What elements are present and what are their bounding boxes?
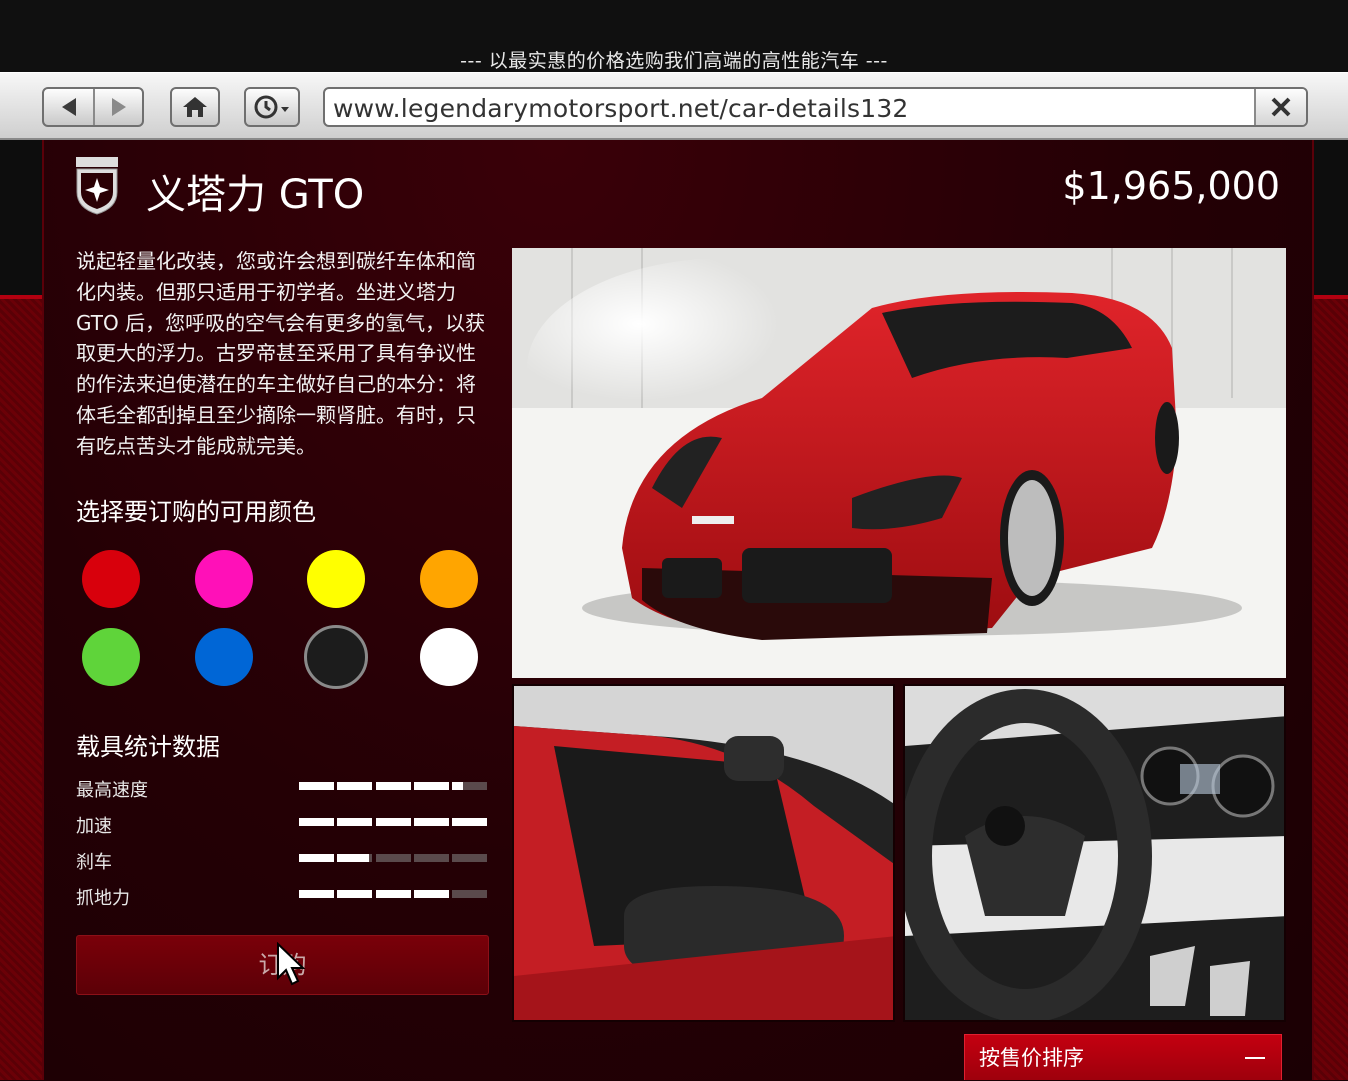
- interior-seat-illustration: [514, 686, 893, 1020]
- color-swatch-white[interactable]: [419, 628, 478, 686]
- address-bar[interactable]: www.legendarymotorsport.net/car-details1…: [323, 87, 1308, 127]
- stat-bar-fill: [299, 890, 334, 898]
- browser-toolbar: www.legendarymotorsport.net/car-details1…: [0, 72, 1348, 140]
- stat-bar-segment: [375, 854, 411, 862]
- stat-bar-segment: [452, 782, 487, 790]
- stat-bar-segment: [375, 818, 411, 826]
- stat-braking: 刹车: [76, 848, 488, 873]
- stat-bar-segment: [413, 890, 449, 898]
- car-interior-seat-photo[interactable]: [512, 684, 895, 1022]
- stat-bar-segment: [452, 890, 487, 898]
- color-swatch-yellow[interactable]: [307, 550, 365, 608]
- collapse-minus-icon[interactable]: [1245, 1057, 1265, 1059]
- stat-label: 加速: [76, 816, 112, 837]
- stats-heading: 载具统计数据: [76, 733, 220, 761]
- background-right: [1314, 140, 1348, 1080]
- car-name: 义塔力 GTO: [146, 172, 365, 218]
- car-interior-steering-photo[interactable]: [903, 684, 1286, 1022]
- history-button[interactable]: [244, 87, 300, 127]
- stat-bar-segment: [299, 890, 334, 898]
- stat-bar-segment: [375, 890, 411, 898]
- color-swatch-red[interactable]: [82, 550, 140, 608]
- stat-bar-segment: [452, 854, 487, 862]
- stat-bar: [299, 890, 487, 898]
- stat-bar-fill: [337, 890, 373, 898]
- back-arrow-icon: [61, 98, 76, 116]
- stat-bar-fill: [375, 782, 411, 790]
- close-x-icon: [1271, 97, 1291, 117]
- stat-bar-fill: [452, 782, 463, 790]
- stat-bar-fill: [299, 782, 334, 790]
- clear-url-button[interactable]: [1254, 89, 1306, 125]
- stat-bar: [299, 782, 487, 790]
- color-swatch-pink[interactable]: [194, 550, 253, 608]
- sort-label: 按售价排序: [979, 1046, 1084, 1070]
- url-text[interactable]: www.legendarymotorsport.net/car-details1…: [333, 94, 909, 123]
- stat-bar-segment: [413, 854, 449, 862]
- car-price: $1,965,000: [1062, 164, 1280, 208]
- stat-bar-segment: [413, 782, 449, 790]
- stat-bar-segment: [337, 818, 373, 826]
- stat-label: 刹车: [76, 852, 112, 873]
- stat-bar-fill: [337, 854, 369, 862]
- color-swatch-green[interactable]: [82, 628, 140, 686]
- stat-bar-fill: [375, 818, 411, 826]
- history-clock-icon: [254, 95, 289, 119]
- color-swatch-blue[interactable]: [194, 628, 253, 686]
- stat-bar-fill: [337, 782, 373, 790]
- stat-bar-segment: [299, 854, 334, 862]
- color-heading: 选择要订购的可用颜色: [76, 498, 316, 526]
- stat-bar-segment: [299, 818, 334, 826]
- stat-label: 抓地力: [76, 888, 130, 909]
- forward-arrow-icon: [111, 98, 126, 116]
- back-forward-group: [42, 87, 144, 127]
- home-icon: [183, 97, 207, 117]
- stat-bar-fill: [299, 818, 334, 826]
- steering-wheel-illustration: [905, 686, 1284, 1020]
- car-main-photo[interactable]: [512, 248, 1286, 678]
- stat-bar-segment: [337, 890, 373, 898]
- car-detail-panel: 义塔力 GTO $1,965,000 说起轻量化改装，您或许会想到碳纤车体和简化…: [42, 140, 1314, 1080]
- stat-bar-segment: [375, 782, 411, 790]
- car-description: 说起轻量化改装，您或许会想到碳纤车体和简化内装。但那只适用于初学者。坐进义塔力 …: [76, 249, 486, 458]
- grotti-logo: [76, 157, 118, 215]
- sort-by-price-button[interactable]: 按售价排序: [964, 1034, 1282, 1080]
- window-title-bar: --- 以最实惠的价格选购我们高端的高性能汽车 ---: [0, 0, 1348, 72]
- stat-top-speed: 最高速度: [76, 776, 488, 801]
- stat-bar-segment: [452, 818, 487, 826]
- mouse-cursor-icon: [277, 942, 306, 986]
- color-swatch-black[interactable]: [304, 625, 368, 689]
- stat-bar-segment: [413, 818, 449, 826]
- stat-bar-segment: [337, 782, 373, 790]
- background-left: [0, 140, 42, 1080]
- stat-bar: [299, 818, 487, 826]
- stat-bar-segment: [337, 854, 373, 862]
- stat-label: 最高速度: [76, 780, 148, 801]
- stat-bar-segment: [299, 782, 334, 790]
- home-button[interactable]: [170, 87, 220, 127]
- color-swatches: [82, 550, 482, 692]
- stat-bar-fill: [337, 818, 373, 826]
- stat-bar-fill: [375, 890, 411, 898]
- stat-bar: [299, 854, 487, 862]
- stat-bar-fill: [299, 854, 334, 862]
- stat-acceleration: 加速: [76, 812, 488, 837]
- color-swatch-orange[interactable]: [419, 550, 478, 608]
- stat-bar-fill: [413, 782, 449, 790]
- stat-bar-fill: [413, 818, 449, 826]
- stat-bar-fill: [413, 890, 449, 898]
- forward-button[interactable]: [93, 89, 142, 125]
- window-title: --- 以最实惠的价格选购我们高端的高性能汽车 ---: [460, 50, 888, 72]
- car-photo-illustration: [512, 248, 1286, 678]
- stat-traction: 抓地力: [76, 884, 488, 909]
- stat-bar-fill: [452, 818, 487, 826]
- back-button[interactable]: [44, 89, 93, 125]
